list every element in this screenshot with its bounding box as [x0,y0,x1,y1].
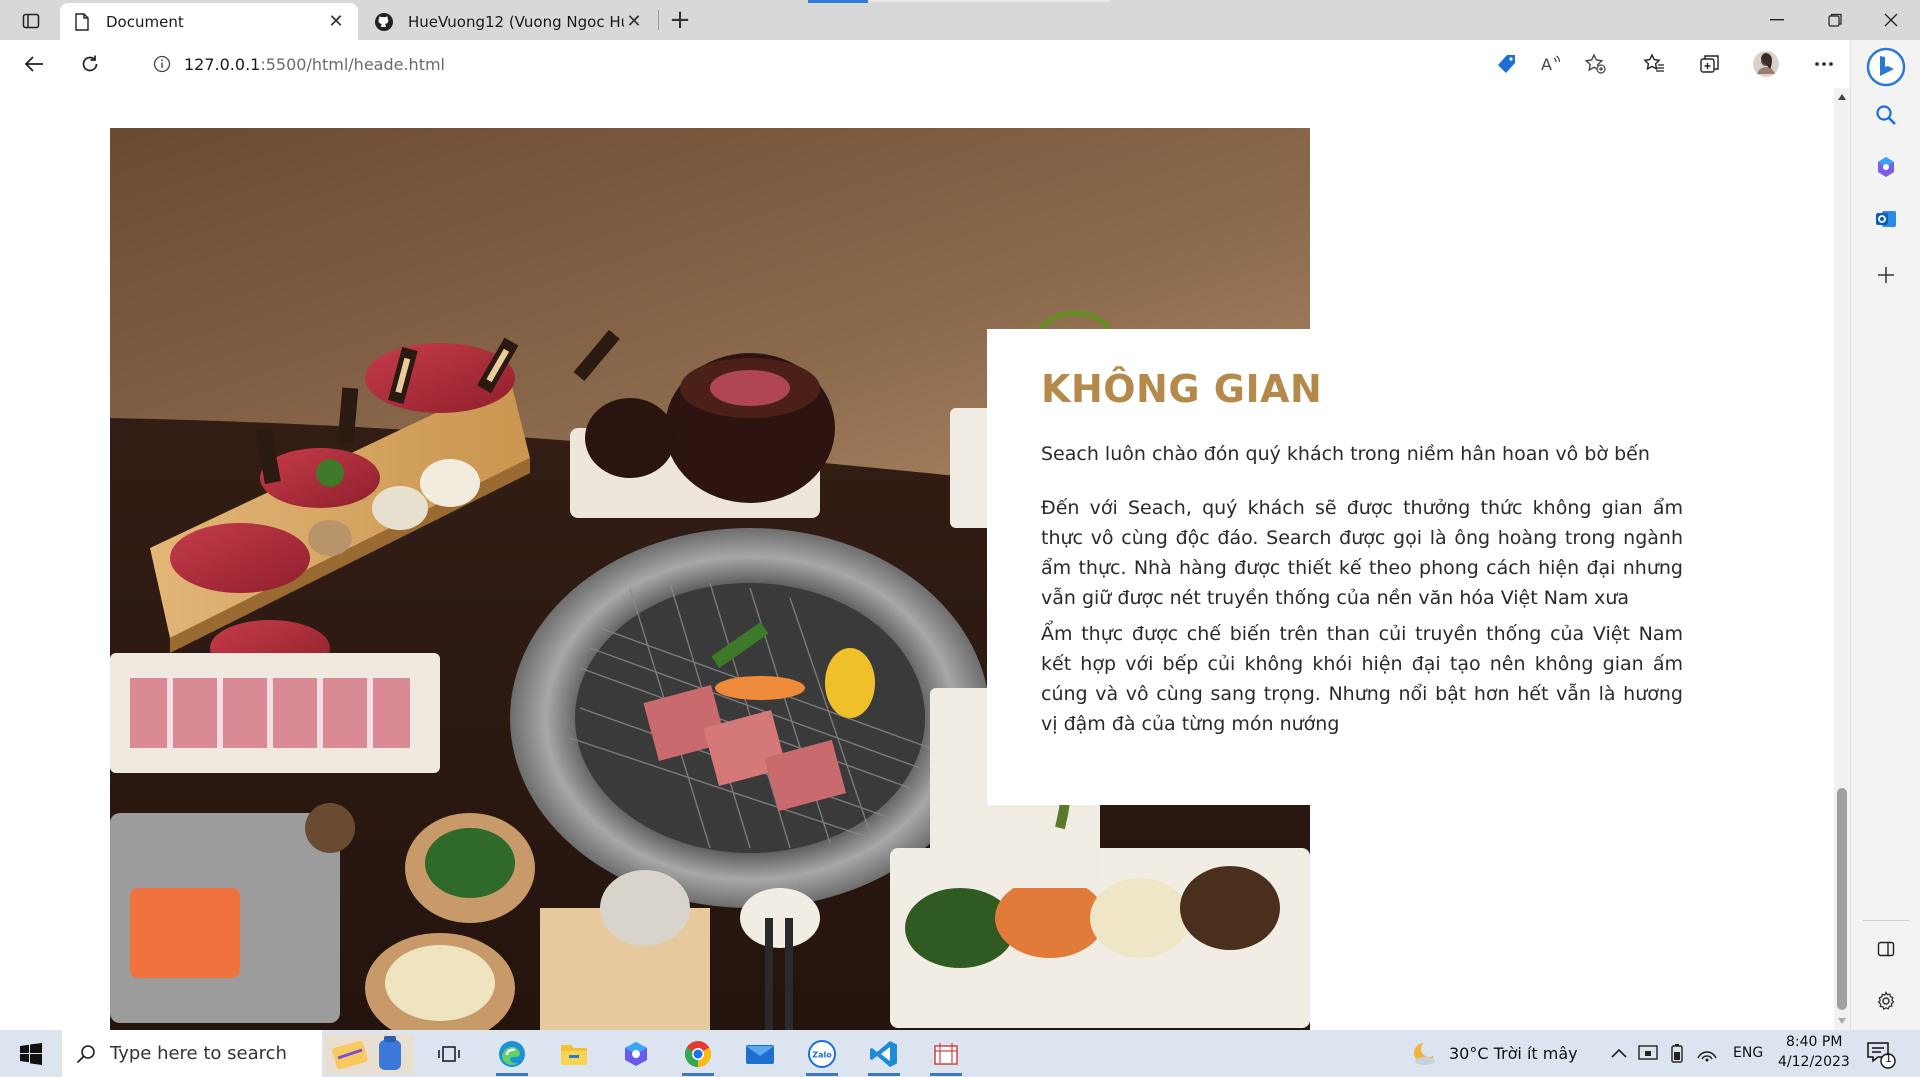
add-sidebar-app-icon[interactable] [1869,258,1903,292]
scroll-down-arrow-icon[interactable] [1838,1018,1846,1024]
wifi-icon[interactable] [1696,1042,1718,1064]
notification-count: 1 [1885,1052,1892,1065]
page-viewport: KHÔNG GIAN Seach luôn chào đón quý khách… [0,88,1834,1030]
url-text: 127.0.0.1:5500/html/heade.html [184,55,445,74]
windows-taskbar: Type here to search Zalo 30°C Trời ít mâ… [0,1030,1920,1077]
collections-icon[interactable] [1692,48,1728,80]
battery-icon[interactable] [1666,1042,1688,1064]
edge-taskbar-icon[interactable] [486,1034,538,1076]
snipping-tool-icon[interactable] [920,1034,972,1076]
outlook-icon[interactable] [1869,202,1903,236]
search-icon[interactable] [1869,98,1903,132]
weather-moon-icon[interactable] [1410,1039,1440,1069]
bing-chat-icon[interactable] [1865,46,1907,88]
page-scrollbar[interactable] [1834,88,1850,1030]
svg-text:Zalo: Zalo [812,1051,832,1060]
network-display-icon[interactable] [1637,1042,1659,1064]
favorites-icon[interactable] [1636,48,1672,80]
add-favorite-icon[interactable] [1580,50,1610,78]
address-toolbar: 127.0.0.1:5500/html/heade.html A [0,40,1920,88]
zalo-icon[interactable]: Zalo [796,1034,848,1076]
page-icon [72,12,92,32]
back-button[interactable] [16,48,52,80]
address-bar[interactable]: 127.0.0.1:5500/html/heade.html A [126,46,1620,82]
close-icon[interactable]: ✕ [326,11,346,32]
copilot-taskbar-icon[interactable] [610,1034,662,1074]
copilot-icon[interactable] [1869,150,1903,184]
close-window-button[interactable] [1862,0,1920,40]
github-icon [374,12,394,32]
svg-text:A: A [1541,55,1552,74]
vscode-icon[interactable] [858,1034,910,1076]
search-icon [76,1044,96,1064]
edge-sidebar [1850,40,1920,1030]
info-icon[interactable] [142,55,182,73]
chrome-taskbar-icon[interactable] [672,1034,724,1076]
clock-time[interactable]: 8:40 PM [1786,1034,1842,1050]
profile-avatar[interactable] [1748,48,1784,80]
tab-actions-icon[interactable] [14,8,48,34]
url-host: 127.0.0.1 [184,54,261,74]
task-view-icon[interactable] [424,1034,476,1074]
sidebar-divider [1863,920,1909,921]
section-paragraph-2: Ẩm thực được chế biến trên than củi truy… [1041,623,1683,735]
loading-indicator [808,0,868,3]
settings-gear-icon[interactable] [1869,984,1903,1018]
scroll-up-arrow-icon[interactable] [1838,94,1846,100]
coupon-tag-icon[interactable] [1492,50,1522,78]
windows-logo-icon [20,1042,42,1065]
mail-icon[interactable] [734,1034,786,1074]
section-tagline: Seach luôn chào đón quý khách trong niềm… [1041,443,1650,465]
loading-track [868,0,1110,2]
read-aloud-icon[interactable]: A [1536,50,1566,78]
tab-title: Document [106,12,184,31]
chevron-up-icon[interactable] [1608,1042,1630,1064]
clock-date[interactable]: 4/12/2023 [1778,1054,1850,1070]
search-highlight-icon[interactable] [322,1034,416,1074]
hide-sidebar-icon[interactable] [1869,932,1903,966]
scroll-thumb[interactable] [1837,788,1847,1010]
tab-title: HueVuong12 (Vuong Ngoc Hue) [408,12,624,31]
search-placeholder: Type here to search [110,1043,287,1064]
tab-github[interactable]: HueVuong12 (Vuong Ngoc Hue) ✕ [362,3,656,40]
minimize-button[interactable] [1748,0,1806,40]
more-menu-icon[interactable] [1806,48,1842,80]
info-card: KHÔNG GIAN Seach luôn chào đón quý khách… [987,329,1737,805]
weather-text[interactable]: 30°C Trời ít mây [1449,1044,1578,1063]
section-title: KHÔNG GIAN [1041,367,1323,411]
section-paragraph-1: Đến với Seach, quý khách sẽ được thưởng … [1041,497,1683,609]
tab-bar: Document ✕ HueVuong12 (Vuong Ngoc Hue) ✕… [0,0,1920,40]
language-indicator[interactable]: ENG [1733,1045,1763,1061]
close-icon[interactable]: ✕ [624,11,644,32]
refresh-button[interactable] [72,48,108,80]
new-tab-button[interactable]: + [666,5,694,35]
tab-separator [658,10,659,30]
file-explorer-icon[interactable] [548,1034,600,1074]
taskbar-search-box[interactable]: Type here to search [62,1030,322,1077]
restore-button[interactable] [1806,0,1864,40]
url-path: :5500/html/heade.html [260,54,445,74]
start-button[interactable] [0,1030,62,1077]
tab-document[interactable]: Document ✕ [60,3,358,40]
